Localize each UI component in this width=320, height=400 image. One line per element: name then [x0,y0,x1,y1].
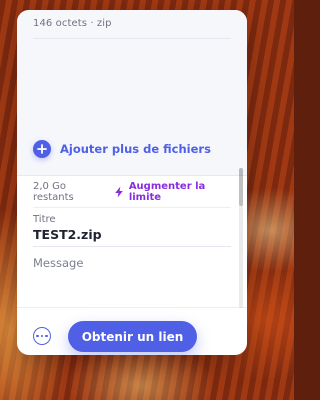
file-meta-divider [33,38,231,39]
more-options-button[interactable] [33,327,51,345]
message-field[interactable] [33,250,231,305]
more-options-dot [36,334,39,338]
scrollbar[interactable] [239,168,243,308]
quota-remaining-text: 2,0 Go restants [33,180,74,203]
quota-row: 2,0 Go restants Augmenter la limite [33,176,231,208]
add-more-files-label: Ajouter plus de fichiers [60,142,211,156]
add-more-files-button[interactable]: Ajouter plus de fichiers [33,140,211,158]
plus-icon [33,140,51,158]
transfer-card: 146 octets · zip Ajouter plus de fichier… [17,10,247,355]
title-value: TEST2.zip [33,227,102,242]
file-meta: 146 octets · zip [33,18,112,29]
increase-limit-link[interactable]: Augmenter la limite [114,181,231,203]
scrollbar-thumb[interactable] [239,168,243,206]
title-field[interactable]: Titre TEST2.zip [33,208,231,247]
increase-limit-label: Augmenter la limite [128,180,206,203]
message-input[interactable] [33,256,231,301]
more-options-dot [45,334,48,338]
get-link-button[interactable]: Obtenir un lien [68,321,197,352]
lightning-bolt-icon [114,186,124,198]
more-options-dot [40,334,44,338]
file-list-panel: 146 octets · zip Ajouter plus de fichier… [17,10,247,176]
footer-divider [17,307,247,308]
more-options-icon [36,334,48,338]
title-label: Titre [33,214,56,225]
